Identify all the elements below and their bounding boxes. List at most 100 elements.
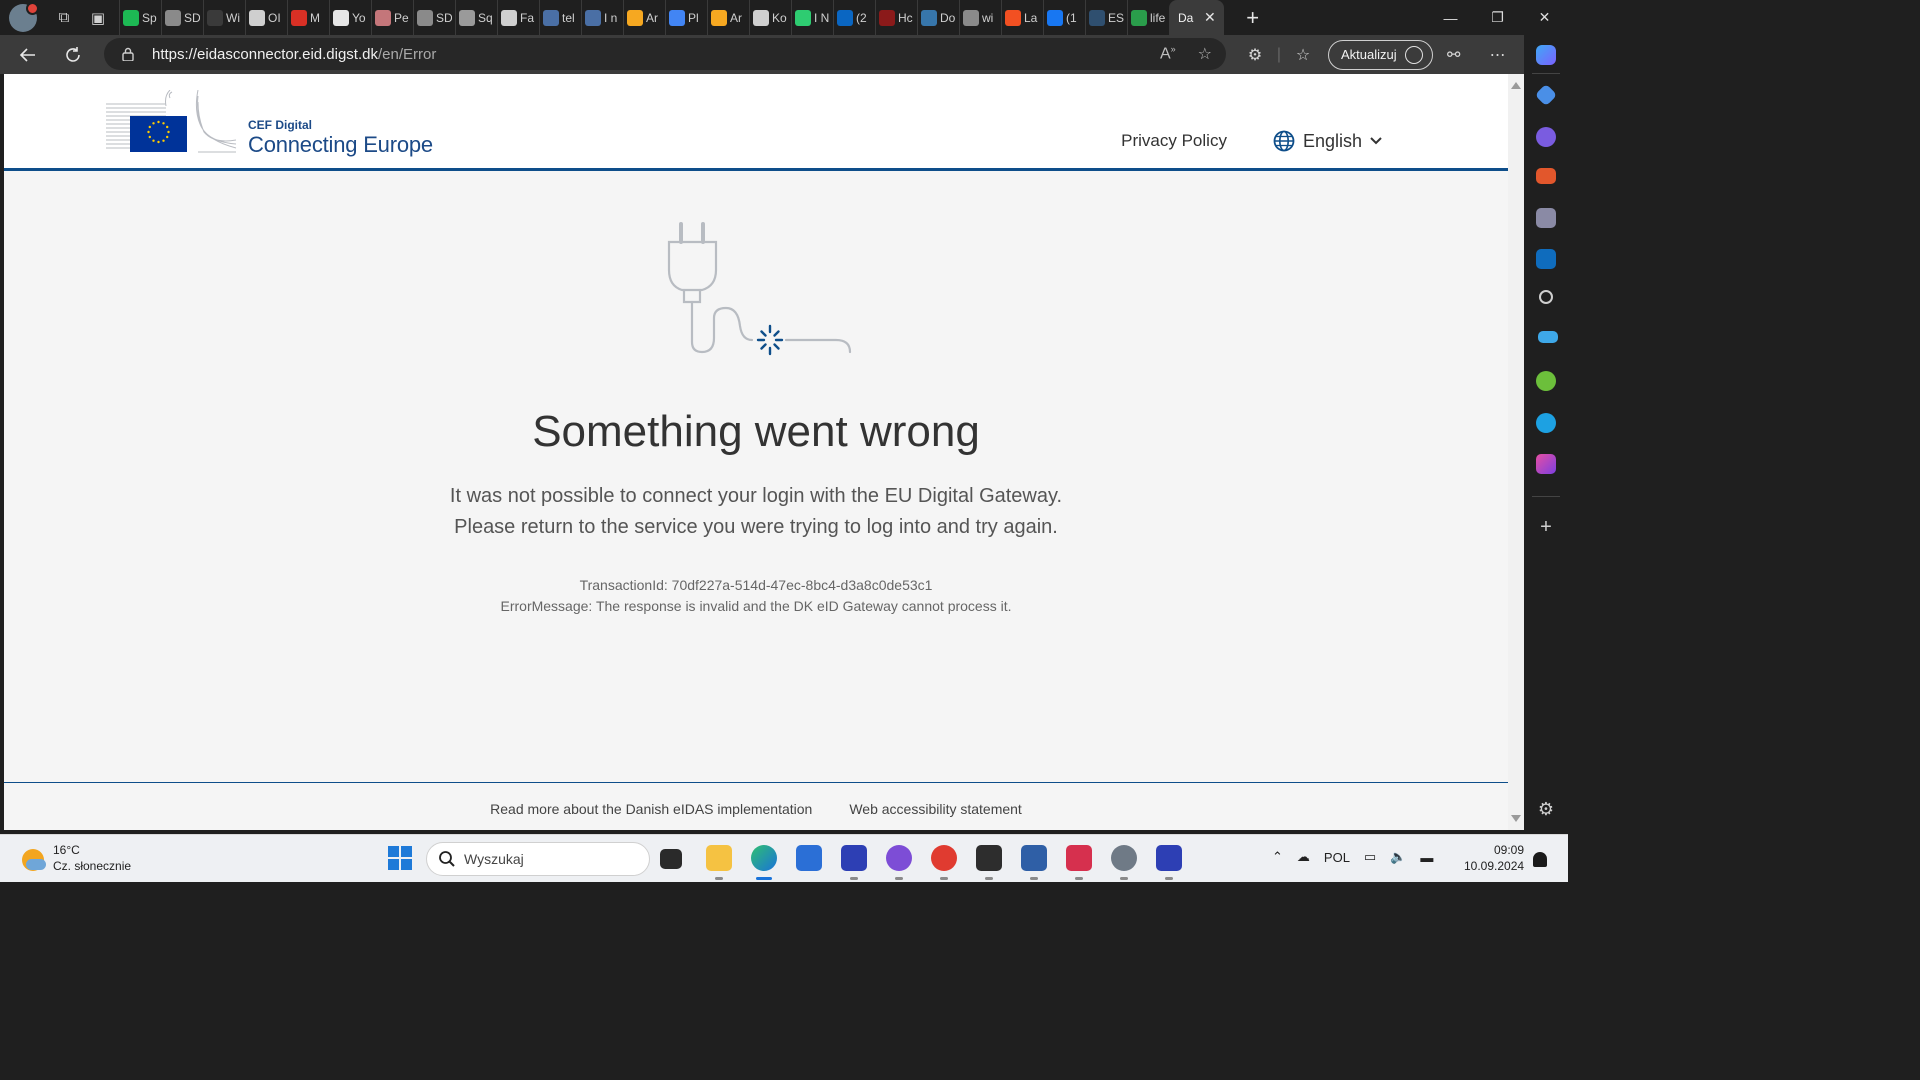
tab-favicon-icon xyxy=(375,9,391,26)
url-text[interactable]: https://eidasconnector.eid.digst.dk/en/E… xyxy=(152,46,436,63)
minimize-button[interactable]: — xyxy=(1427,0,1474,35)
tab[interactable]: tel xyxy=(539,0,581,35)
scroll-down-arrow-icon[interactable] xyxy=(1511,815,1521,822)
restore-button[interactable]: ❐ xyxy=(1474,0,1521,35)
tab[interactable]: Wi xyxy=(203,0,245,35)
danish-eidas-link[interactable]: Read more about the Danish eIDAS impleme… xyxy=(490,801,812,817)
accessibility-statement-link[interactable]: Web accessibility statement xyxy=(849,801,1021,817)
read-aloud-icon[interactable]: A» xyxy=(1160,44,1176,64)
copilot-icon[interactable] xyxy=(1536,45,1556,65)
lock-icon[interactable] xyxy=(121,47,135,61)
update-button[interactable]: Aktualizuj xyxy=(1328,39,1433,70)
tab[interactable]: Sq xyxy=(455,0,497,35)
favorites-icon[interactable]: ☆ xyxy=(1288,45,1318,65)
clock[interactable]: 09:09 10.09.2024 xyxy=(1464,842,1524,874)
outlook-icon[interactable] xyxy=(1536,249,1556,269)
tab[interactable]: (2 xyxy=(833,0,875,35)
games-icon[interactable] xyxy=(1536,127,1556,147)
onedrive-cloud-icon[interactable]: ☁ xyxy=(1297,849,1310,865)
settings-icon[interactable] xyxy=(1111,845,1137,871)
tab[interactable]: ES xyxy=(1085,0,1127,35)
tab-favicon-icon xyxy=(711,9,727,26)
profile-avatar[interactable] xyxy=(9,1,39,32)
windows-taskbar: 16°C Cz. słonecznie Wyszukaj ⌃ ☁ POL ▭ 🔈… xyxy=(0,834,1568,882)
page-scrollbar[interactable] xyxy=(1508,74,1524,830)
tab[interactable]: OI xyxy=(245,0,287,35)
tab[interactable]: SD xyxy=(161,0,203,35)
logo-text[interactable]: CEF Digital Connecting Europe xyxy=(248,118,433,158)
new-tab-button[interactable]: + xyxy=(1238,5,1268,31)
tab-title: Da xyxy=(1178,10,1194,25)
file-explorer-icon[interactable] xyxy=(706,845,732,871)
terminal-icon[interactable] xyxy=(976,845,1002,871)
taskbar-search[interactable]: Wyszukaj xyxy=(426,842,650,876)
pdf-reader-icon[interactable] xyxy=(1066,845,1092,871)
tab-favicon-icon xyxy=(459,9,475,26)
tab-close-icon[interactable]: ✕ xyxy=(1204,9,1216,26)
save-disk-icon[interactable] xyxy=(1156,845,1182,871)
virtualbox-icon[interactable] xyxy=(1021,845,1047,871)
tor-browser-icon[interactable] xyxy=(886,845,912,871)
tab[interactable]: life xyxy=(1127,0,1169,35)
more-menu-icon[interactable]: ⋯ xyxy=(1483,45,1513,65)
anydesk-icon[interactable] xyxy=(931,845,957,871)
tab[interactable]: Hc xyxy=(875,0,917,35)
tab-favicon-icon xyxy=(1131,9,1147,26)
volume-icon[interactable]: 🔈 xyxy=(1390,849,1406,865)
skype-icon[interactable] xyxy=(1536,413,1556,433)
send-icon[interactable] xyxy=(1538,331,1558,343)
vertical-tabs-icon[interactable]: ▣ xyxy=(83,3,113,33)
chevron-up-icon[interactable]: ⌃ xyxy=(1272,849,1283,865)
tab[interactable]: Fa xyxy=(497,0,539,35)
microsoft-store-icon[interactable] xyxy=(796,845,822,871)
tab-title: life xyxy=(1150,10,1166,25)
tab[interactable]: Do xyxy=(917,0,959,35)
notification-bell-icon[interactable] xyxy=(1533,852,1547,867)
tab[interactable]: Ar xyxy=(623,0,665,35)
tab-active[interactable]: Da ✕ xyxy=(1169,0,1224,35)
extensions-icon[interactable]: ⚙ xyxy=(1240,45,1270,65)
save-disk-icon[interactable] xyxy=(841,845,867,871)
weather-widget[interactable]: 16°C Cz. słonecznie xyxy=(22,842,131,874)
language-selector[interactable]: English xyxy=(1273,130,1390,152)
address-bar[interactable]: https://eidasconnector.eid.digst.dk/en/E… xyxy=(104,38,1226,70)
back-button[interactable] xyxy=(11,38,45,72)
tab[interactable]: Pl xyxy=(665,0,707,35)
tools-briefcase-icon[interactable] xyxy=(1536,168,1556,184)
tab[interactable]: Pe xyxy=(371,0,413,35)
tab[interactable]: Ko xyxy=(749,0,791,35)
settings-gear-icon[interactable]: ⚙ xyxy=(1536,799,1556,819)
tree-icon[interactable] xyxy=(1536,371,1556,391)
shopping-tag-icon[interactable] xyxy=(1534,83,1558,107)
close-window-button[interactable]: ✕ xyxy=(1521,0,1568,35)
weather-temperature: 16°C xyxy=(53,843,80,857)
add-sidebar-icon[interactable]: + xyxy=(1536,517,1556,537)
tab[interactable]: La xyxy=(1001,0,1043,35)
tab[interactable]: SD xyxy=(413,0,455,35)
tab[interactable]: Ar xyxy=(707,0,749,35)
favorite-star-icon[interactable]: ☆ xyxy=(1198,44,1212,64)
battery-icon[interactable]: ▬ xyxy=(1420,850,1433,865)
tab[interactable]: (1 xyxy=(1043,0,1085,35)
chess-icon[interactable] xyxy=(1536,208,1556,228)
tab[interactable]: I N xyxy=(791,0,833,35)
tab-title: La xyxy=(1024,10,1038,25)
input-language[interactable]: POL xyxy=(1324,850,1350,865)
tab[interactable]: I n xyxy=(581,0,623,35)
tab-favicon-icon xyxy=(921,9,937,26)
start-button-windows-icon[interactable] xyxy=(388,846,412,870)
network-icon[interactable]: ▭ xyxy=(1364,849,1376,865)
scroll-up-arrow-icon[interactable] xyxy=(1511,82,1521,89)
tab[interactable]: wi xyxy=(959,0,1001,35)
tab[interactable]: M xyxy=(287,0,329,35)
workspaces-icon[interactable]: ⧉ xyxy=(49,3,79,33)
task-view-icon[interactable] xyxy=(660,849,682,869)
edge-browser-icon[interactable] xyxy=(751,845,777,871)
designer-icon[interactable] xyxy=(1536,454,1556,474)
copilot-chat-icon[interactable]: ⚯ xyxy=(1439,45,1469,65)
tab[interactable]: Sp xyxy=(119,0,161,35)
privacy-policy-link[interactable]: Privacy Policy xyxy=(1121,131,1227,151)
tab[interactable]: Yo xyxy=(329,0,371,35)
search-icon[interactable] xyxy=(1539,290,1553,304)
refresh-button[interactable] xyxy=(56,38,90,72)
